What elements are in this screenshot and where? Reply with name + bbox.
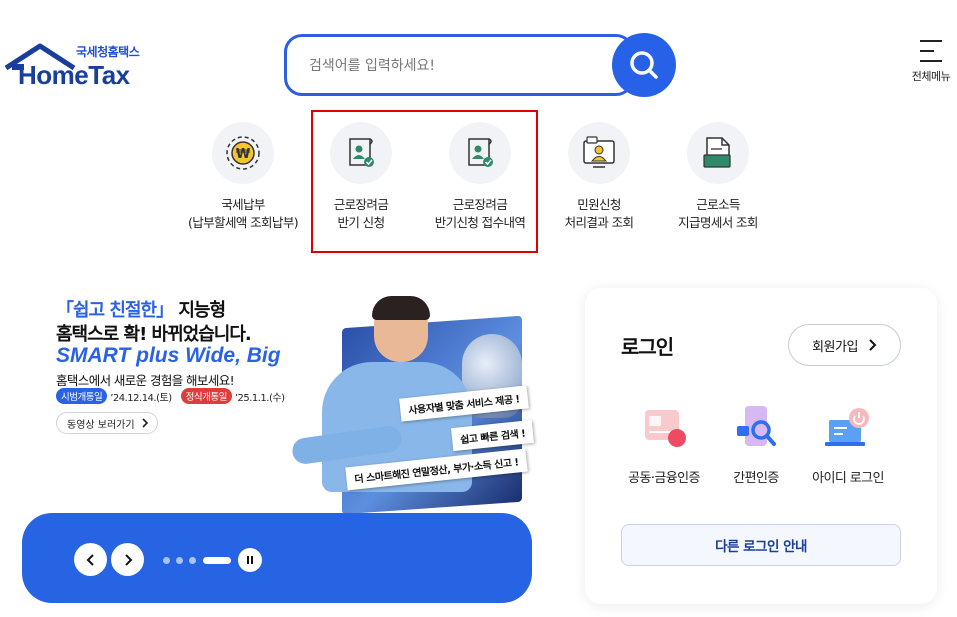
- banner-page-dot-active[interactable]: [203, 557, 231, 564]
- simple-auth-button[interactable]: 간편인증: [711, 403, 801, 486]
- logo-subtitle: 국세청홈택스: [76, 45, 140, 59]
- banner-control-bar: [22, 513, 532, 603]
- chevron-right-icon: [124, 553, 132, 566]
- banner-dates: 시범개통일 ’24.12.14.(토) 정식개통일 ’25.1.1.(수): [56, 388, 285, 404]
- login-panel: 로그인 회원가입 공동·금융인증 간편인증 아이디 로그인 다른 로그인 안내: [585, 288, 937, 604]
- quick-menu-label: 근로소득 지급명세서 조회: [678, 197, 758, 230]
- other-login-guide-button[interactable]: 다른 로그인 안내: [621, 524, 901, 566]
- official-open-badge: 정식개통일: [180, 388, 232, 404]
- watch-video-button[interactable]: 동영상 보러가기: [56, 412, 158, 434]
- id-login-button[interactable]: 아이디 로그인: [803, 403, 893, 486]
- quick-menu-icon-circle: [687, 122, 749, 184]
- search-box: [284, 34, 634, 96]
- quick-menu-wage-statement[interactable]: 근로소득 지급명세서 조회: [653, 122, 783, 232]
- pause-icon: [247, 556, 253, 564]
- banner-headline-2: 홈택스로 확! 바뀌었습니다.: [56, 324, 252, 345]
- banner-person-hair: [372, 296, 430, 320]
- quick-menu-tax-payment[interactable]: ₩ 국세납부 (납부할세액 조회납부): [178, 122, 308, 232]
- laptop-power-icon: [825, 408, 869, 446]
- certificate-login-button[interactable]: 공동·금융인증: [619, 403, 709, 486]
- login-title: 로그인: [621, 335, 674, 359]
- chevron-left-icon: [86, 553, 94, 566]
- banner-page-dot[interactable]: [163, 557, 170, 564]
- search-button[interactable]: [612, 33, 676, 97]
- svg-text:₩: ₩: [236, 147, 251, 162]
- signup-button[interactable]: 회원가입: [788, 324, 901, 366]
- hometax-main-page: 국세청홈택스 HomeTax 전체메뉴 ₩ 국세납부 (납부할세액 조회납부): [0, 0, 957, 617]
- highlight-box: [311, 110, 538, 253]
- quick-menu-icon-circle: [568, 122, 630, 184]
- banner-prev-button[interactable]: [74, 543, 107, 576]
- full-menu-button[interactable]: 전체메뉴: [906, 40, 956, 90]
- full-menu-label: 전체메뉴: [911, 70, 951, 83]
- search-icon: [630, 51, 658, 79]
- search-input[interactable]: [309, 53, 609, 79]
- pilot-open-badge: 시범개통일: [56, 388, 108, 404]
- chevron-right-icon: [142, 418, 148, 428]
- document-stack-icon: [703, 137, 731, 168]
- certificate-card-icon: [645, 410, 686, 447]
- banner-next-button[interactable]: [111, 543, 144, 576]
- official-open-date: ’25.1.1.(수): [234, 392, 285, 404]
- banner-headline-1: 「쉽고 친절한」 지능형: [56, 300, 226, 321]
- quick-menu-label: 민원신청 처리결과 조회: [564, 197, 634, 230]
- quick-menu-label: 국세납부 (납부할세액 조회납부): [187, 197, 299, 230]
- won-coin-icon: ₩: [226, 136, 260, 170]
- quick-menu-civil-result[interactable]: 민원신청 처리결과 조회: [534, 122, 664, 232]
- banner-page-dot[interactable]: [176, 557, 183, 564]
- hamburger-icon: [920, 40, 942, 62]
- phone-search-icon: [737, 406, 776, 446]
- chevron-right-icon: [869, 339, 877, 351]
- banner-pause-button[interactable]: [238, 548, 262, 572]
- banner-headline-3: SMART plus Wide, Big: [56, 344, 281, 367]
- banner-subtitle: 홈택스에서 새로운 경험을 해보세요!: [56, 373, 235, 388]
- pilot-open-date: ’24.12.14.(토): [110, 392, 172, 404]
- quick-menu-icon-circle: ₩: [212, 122, 274, 184]
- monitor-person-icon: [583, 136, 615, 168]
- promo-banner[interactable]: 「쉽고 친절한」 지능형 홈택스로 확! 바뀌었습니다. SMART plus …: [22, 282, 535, 604]
- banner-page-dot[interactable]: [189, 557, 196, 564]
- logo-wordmark: HomeTax: [18, 60, 130, 90]
- hometax-logo[interactable]: 국세청홈택스 HomeTax: [4, 40, 154, 90]
